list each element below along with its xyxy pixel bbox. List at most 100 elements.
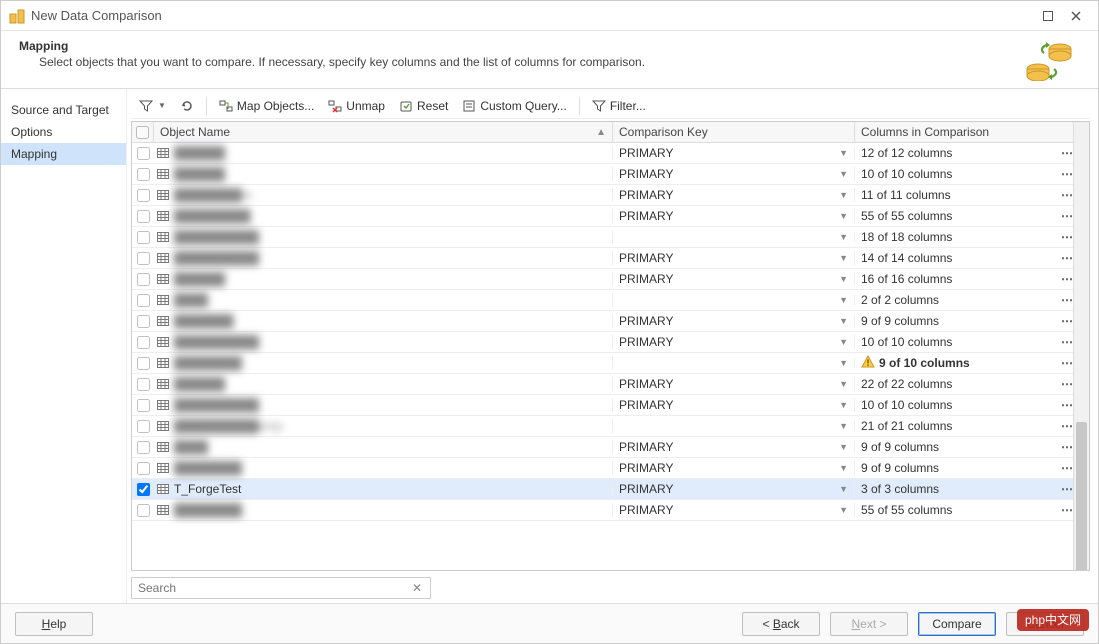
step-options[interactable]: Options — [1, 121, 126, 143]
table-row[interactable]: ██████████PRIMARY▼14 of 14 columns⋯ — [132, 248, 1073, 269]
columns-cell[interactable]: 11 of 11 columns — [855, 188, 1061, 202]
help-button[interactable]: Help — [15, 612, 93, 636]
table-row[interactable]: ████████PRIMARY▼9 of 9 columns⋯ — [132, 458, 1073, 479]
comparison-key-cell[interactable]: PRIMARY▼ — [613, 314, 855, 328]
map-objects-button[interactable]: Map Objects... — [213, 97, 320, 115]
row-checkbox[interactable] — [132, 315, 154, 328]
object-name-cell[interactable]: ██████ — [154, 272, 613, 286]
table-row[interactable]: ████PRIMARY▼9 of 9 columns⋯ — [132, 437, 1073, 458]
columns-cell[interactable]: 10 of 10 columns — [855, 335, 1061, 349]
clear-search-button[interactable]: ✕ — [408, 581, 426, 595]
table-row[interactable]: ███████PRIMARY▼9 of 9 columns⋯ — [132, 311, 1073, 332]
row-checkbox[interactable] — [132, 168, 154, 181]
object-name-cell[interactable]: ██████████ — [154, 398, 613, 412]
columns-cell[interactable]: 14 of 14 columns — [855, 251, 1061, 265]
table-row[interactable]: █████████PRIMARY▼55 of 55 columns⋯ — [132, 206, 1073, 227]
columns-cell[interactable]: 9 of 9 columns — [855, 440, 1061, 454]
columns-cell[interactable]: 9 of 9 columns — [855, 314, 1061, 328]
more-button[interactable]: ⋯ — [1061, 272, 1073, 286]
columns-cell[interactable]: 10 of 10 columns — [855, 167, 1061, 181]
more-button[interactable]: ⋯ — [1061, 251, 1073, 265]
comparison-key-cell[interactable]: PRIMARY▼ — [613, 377, 855, 391]
object-name-cell[interactable]: ██████ — [154, 377, 613, 391]
comparison-key-cell[interactable]: PRIMARY▼ — [613, 167, 855, 181]
more-button[interactable]: ⋯ — [1061, 293, 1073, 307]
columns-cell[interactable]: 55 of 55 columns — [855, 503, 1061, 517]
more-button[interactable]: ⋯ — [1061, 419, 1073, 433]
comparison-key-cell[interactable]: PRIMARY▼ — [613, 398, 855, 412]
row-checkbox[interactable] — [132, 378, 154, 391]
more-button[interactable]: ⋯ — [1061, 461, 1073, 475]
columns-cell[interactable]: 22 of 22 columns — [855, 377, 1061, 391]
object-name-cell[interactable]: ████████ — [154, 461, 613, 475]
header-object-name[interactable]: Object Name▲ — [154, 122, 613, 142]
comparison-key-cell[interactable]: ▼ — [613, 232, 855, 242]
table-row[interactable]: ██████PRIMARY▼16 of 16 columns⋯ — [132, 269, 1073, 290]
comparison-key-cell[interactable]: PRIMARY▼ — [613, 335, 855, 349]
object-name-cell[interactable]: ██████████ — [154, 335, 613, 349]
object-name-cell[interactable]: ██████ — [154, 146, 613, 160]
table-row[interactable]: ██████████PRIMARY▼10 of 10 columns⋯ — [132, 332, 1073, 353]
table-row[interactable]: ██████PRIMARY▼10 of 10 columns⋯ — [132, 164, 1073, 185]
refresh-button[interactable] — [174, 97, 200, 115]
more-button[interactable]: ⋯ — [1061, 230, 1073, 244]
comparison-key-cell[interactable]: ▼ — [613, 295, 855, 305]
more-button[interactable]: ⋯ — [1061, 167, 1073, 181]
filter-menu-button[interactable]: ▼ — [133, 97, 172, 115]
comparison-key-cell[interactable]: PRIMARY▼ — [613, 440, 855, 454]
columns-cell[interactable]: 9 of 10 columns — [855, 355, 1061, 372]
unmap-button[interactable]: Unmap — [322, 97, 391, 115]
comparison-key-cell[interactable]: PRIMARY▼ — [613, 503, 855, 517]
more-button[interactable]: ⋯ — [1061, 188, 1073, 202]
row-checkbox[interactable] — [132, 294, 154, 307]
columns-cell[interactable]: 21 of 21 columns — [855, 419, 1061, 433]
columns-cell[interactable]: 16 of 16 columns — [855, 272, 1061, 286]
object-name-cell[interactable]: ████ — [154, 440, 613, 454]
table-row[interactable]: ██████████▼18 of 18 columns⋯ — [132, 227, 1073, 248]
comparison-key-cell[interactable]: PRIMARY▼ — [613, 209, 855, 223]
comparison-key-cell[interactable]: ▼ — [613, 421, 855, 431]
more-button[interactable]: ⋯ — [1061, 440, 1073, 454]
table-row[interactable]: ████████▼9 of 10 columns⋯ — [132, 353, 1073, 374]
table-row[interactable]: T_ForgeTestPRIMARY▼3 of 3 columns⋯ — [132, 479, 1073, 500]
object-name-cell[interactable]: ██████████ — [154, 230, 613, 244]
row-checkbox[interactable] — [132, 441, 154, 454]
object-name-cell[interactable]: ████████m — [154, 188, 613, 202]
row-checkbox[interactable] — [132, 399, 154, 412]
row-checkbox[interactable] — [132, 273, 154, 286]
row-checkbox[interactable] — [132, 210, 154, 223]
comparison-key-cell[interactable]: PRIMARY▼ — [613, 251, 855, 265]
step-source-target[interactable]: Source and Target — [1, 99, 126, 121]
compare-button[interactable]: Compare — [918, 612, 996, 636]
comparison-key-cell[interactable]: ▼ — [613, 358, 855, 368]
maximize-button[interactable] — [1034, 6, 1062, 26]
comparison-key-cell[interactable]: PRIMARY▼ — [613, 272, 855, 286]
table-row[interactable]: ████████mPRIMARY▼11 of 11 columns⋯ — [132, 185, 1073, 206]
row-checkbox[interactable] — [132, 336, 154, 349]
more-button[interactable]: ⋯ — [1061, 209, 1073, 223]
more-button[interactable]: ⋯ — [1061, 482, 1073, 496]
step-mapping[interactable]: Mapping — [1, 143, 126, 165]
comparison-key-cell[interactable]: PRIMARY▼ — [613, 482, 855, 496]
object-name-cell[interactable]: ███████ — [154, 314, 613, 328]
row-checkbox[interactable] — [132, 252, 154, 265]
columns-cell[interactable]: 18 of 18 columns — [855, 230, 1061, 244]
more-button[interactable]: ⋯ — [1061, 335, 1073, 349]
search-input-wrap[interactable]: ✕ — [131, 577, 431, 599]
reset-button[interactable]: Reset — [393, 97, 454, 115]
row-checkbox[interactable] — [132, 231, 154, 244]
more-button[interactable]: ⋯ — [1061, 356, 1073, 370]
back-button[interactable]: < Back — [742, 612, 820, 636]
more-button[interactable]: ⋯ — [1061, 377, 1073, 391]
columns-cell[interactable]: 12 of 12 columns — [855, 146, 1061, 160]
row-checkbox[interactable] — [132, 357, 154, 370]
header-checkbox[interactable] — [132, 122, 154, 142]
vertical-scrollbar[interactable] — [1073, 122, 1089, 570]
row-checkbox[interactable] — [132, 462, 154, 475]
columns-cell[interactable]: 3 of 3 columns — [855, 482, 1061, 496]
row-checkbox[interactable] — [132, 147, 154, 160]
custom-query-button[interactable]: Custom Query... — [456, 97, 572, 115]
row-checkbox[interactable] — [132, 483, 154, 496]
header-columns[interactable]: Columns in Comparison — [855, 122, 1073, 142]
close-button[interactable] — [1062, 6, 1090, 26]
